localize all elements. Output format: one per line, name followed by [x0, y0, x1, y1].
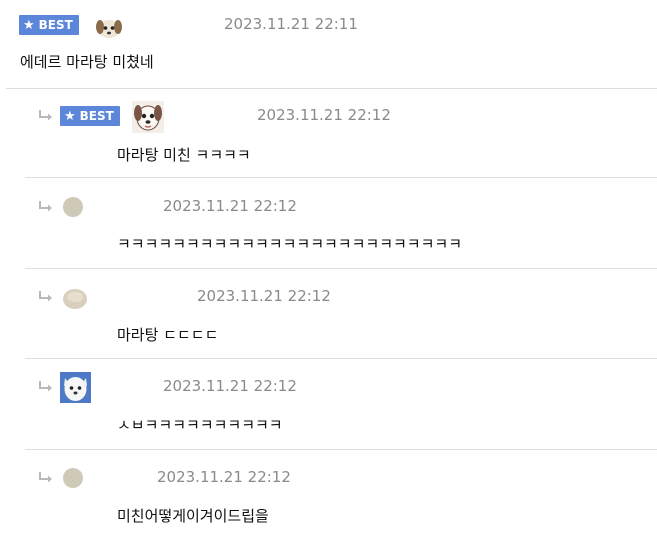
default-avatar-icon[interactable] — [63, 197, 83, 217]
star-icon: ★ — [23, 17, 35, 33]
comment-text: ㅅㅂㅋㅋㅋㅋㅋㅋㅋㅋㅋㅋ — [117, 416, 283, 434]
comment-date: 2023.11.21 22:12 — [163, 197, 297, 215]
divider — [25, 268, 657, 269]
reply-arrow-icon — [39, 110, 52, 121]
reply-arrow-icon — [39, 381, 52, 392]
puppy-avatar-icon[interactable] — [94, 12, 124, 42]
divider — [25, 358, 657, 359]
comment-text: 미친어떻게이겨이드립을 — [117, 507, 269, 525]
reply-arrow-icon — [39, 201, 52, 212]
white-dog-avatar-icon[interactable] — [60, 372, 91, 403]
comment-text: 마라탕 ㄷㄷㄷㄷ — [117, 326, 219, 344]
divider — [6, 88, 657, 89]
dog-face-avatar-icon[interactable] — [132, 101, 164, 133]
comment-text: 에데르 마라탕 미쳤네 — [20, 53, 154, 71]
divider — [25, 449, 657, 450]
comment-date: 2023.11.21 22:12 — [197, 287, 331, 305]
reply-arrow-icon — [39, 291, 52, 302]
default-avatar-icon[interactable] — [63, 468, 83, 488]
comment-date: 2023.11.21 22:12 — [163, 377, 297, 395]
divider — [25, 177, 657, 178]
comment-date: 2023.11.21 22:12 — [157, 468, 291, 486]
best-badge: ★ BEST — [19, 15, 79, 35]
star-icon: ★ — [64, 108, 76, 124]
reply-arrow-icon — [39, 472, 52, 483]
comment-date: 2023.11.21 22:12 — [257, 106, 391, 124]
blob-avatar-icon[interactable] — [60, 285, 90, 315]
comment-text: ㅋㅋㅋㅋㅋㅋㅋㅋㅋㅋㅋㅋㅋㅋㅋㅋㅋㅋㅋㅋㅋㅋㅋㅋㅋ — [117, 235, 463, 253]
comment-text: 마라탕 미친 ㅋㅋㅋㅋ — [117, 146, 251, 164]
comment-date: 2023.11.21 22:11 — [224, 15, 358, 33]
best-badge: ★ BEST — [60, 106, 120, 126]
